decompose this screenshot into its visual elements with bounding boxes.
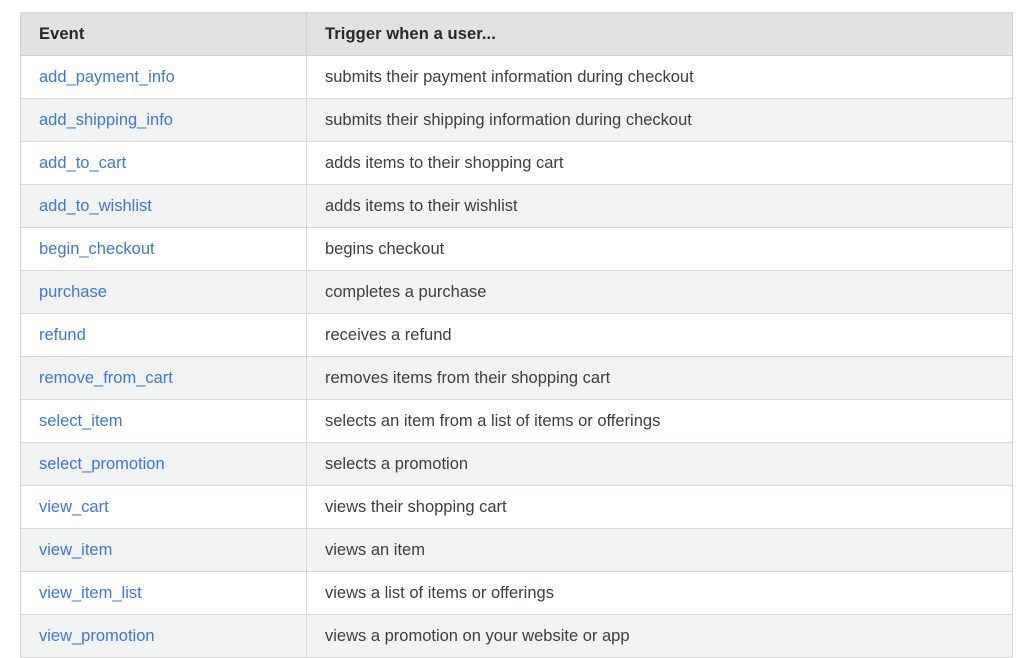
trigger-description-cell: adds items to their shopping cart bbox=[306, 141, 1013, 185]
page-root: Event Trigger when a user... add_payment… bbox=[0, 0, 1024, 658]
event-cell: add_to_wishlist bbox=[20, 184, 307, 228]
table-row: add_payment_info submits their payment in… bbox=[20, 55, 1013, 99]
event-link[interactable]: select_promotion bbox=[39, 455, 165, 473]
event-cell: purchase bbox=[20, 270, 307, 314]
column-header-event: Event bbox=[20, 12, 307, 56]
event-link[interactable]: add_to_wishlist bbox=[39, 197, 152, 215]
event-link[interactable]: view_item_list bbox=[39, 584, 142, 602]
table-body: add_payment_info submits their payment in… bbox=[20, 55, 1013, 658]
table-header-row: Event Trigger when a user... bbox=[20, 12, 1013, 56]
table-row: refund receives a refund bbox=[20, 313, 1013, 357]
trigger-description-cell: views a promotion on your website or app bbox=[306, 614, 1013, 658]
table-row: select_promotion selects a promotion bbox=[20, 442, 1013, 486]
table-row: select_item selects an item from a list o… bbox=[20, 399, 1013, 443]
event-cell: select_promotion bbox=[20, 442, 307, 486]
event-link[interactable]: view_cart bbox=[39, 498, 109, 516]
table-row: add_to_wishlist adds items to their wishl… bbox=[20, 184, 1013, 228]
trigger-description-cell: submits their payment information during… bbox=[325, 67, 694, 86]
event-cell: remove_from_cart bbox=[20, 356, 307, 400]
events-table-container: Event Trigger when a user... add_payment… bbox=[20, 12, 1013, 658]
column-header-trigger: Trigger when a user... bbox=[306, 12, 1013, 56]
table-row: begin_checkout begins checkout bbox=[20, 227, 1013, 271]
trigger-description-cell: views their shopping cart bbox=[306, 485, 1013, 529]
table-header: Event Trigger when a user... bbox=[20, 12, 1013, 56]
trigger-description-cell: submits their shipping information durin… bbox=[306, 98, 1013, 142]
table-row: add_to_cart adds items to their shopping … bbox=[20, 141, 1013, 185]
table-row: view_promotion views a promotion on your … bbox=[20, 614, 1013, 658]
trigger-description-cell: adds items to their wishlist bbox=[306, 184, 1013, 228]
event-link[interactable]: add_payment_info bbox=[39, 68, 175, 86]
trigger-description-cell: begins checkout bbox=[306, 227, 1013, 271]
table-row: add_shipping_info submits their shipping … bbox=[20, 98, 1013, 142]
event-link[interactable]: refund bbox=[39, 326, 86, 344]
event-cell: view_item_list bbox=[20, 571, 307, 615]
event-cell: refund bbox=[20, 313, 307, 357]
event-link[interactable]: purchase bbox=[39, 283, 107, 301]
event-cell: view_cart bbox=[20, 485, 307, 529]
event-link[interactable]: add_shipping_info bbox=[39, 111, 173, 129]
table-row: view_item views an item bbox=[20, 528, 1013, 572]
event-cell: select_item bbox=[20, 399, 307, 443]
table-row: purchase completes a purchase bbox=[20, 270, 1013, 314]
table-row: view_cart views their shopping cart bbox=[20, 485, 1013, 529]
trigger-description-cell: receives a refund bbox=[306, 313, 1013, 357]
event-cell: begin_checkout bbox=[20, 227, 307, 271]
event-cell: add_payment_info bbox=[20, 55, 307, 99]
event-cell: view_item bbox=[20, 528, 307, 572]
trigger-description-cell: removes items from their shopping cart bbox=[306, 356, 1013, 400]
event-link[interactable]: view_item bbox=[39, 541, 112, 559]
recommended-events-table: Event Trigger when a user... add_payment… bbox=[20, 12, 1013, 658]
event-link[interactable]: view_promotion bbox=[39, 627, 155, 645]
event-link[interactable]: select_item bbox=[39, 412, 122, 430]
table-row: remove_from_cart removes items from their… bbox=[20, 356, 1013, 400]
event-cell: add_to_cart bbox=[20, 141, 307, 185]
event-link[interactable]: remove_from_cart bbox=[39, 369, 173, 387]
event-cell: view_promotion bbox=[20, 614, 307, 658]
trigger-description-cell: selects a promotion bbox=[306, 442, 1013, 486]
trigger-description-cell: views an item bbox=[306, 528, 1013, 572]
trigger-description-cell: selects an item from a list of items or … bbox=[306, 399, 1013, 443]
event-link[interactable]: begin_checkout bbox=[39, 240, 155, 258]
table-row: view_item_list views a list of items or o… bbox=[20, 571, 1013, 615]
trigger-description-cell: views a list of items or offerings bbox=[306, 571, 1013, 615]
event-link[interactable]: add_to_cart bbox=[39, 154, 126, 172]
trigger-description-cell: completes a purchase bbox=[306, 270, 1013, 314]
event-cell: add_shipping_info bbox=[20, 98, 307, 142]
